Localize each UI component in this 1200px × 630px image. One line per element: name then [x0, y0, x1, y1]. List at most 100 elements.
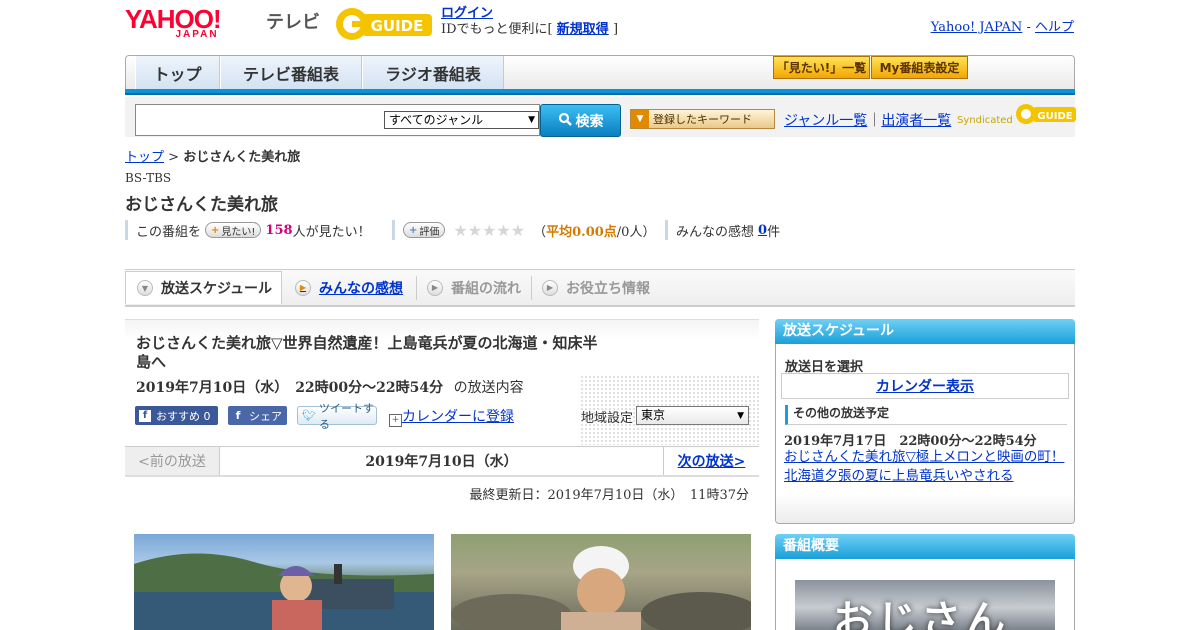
genre-select[interactable]: すべてのジャンル — [384, 111, 539, 129]
program-thumbnail: おじさん — [795, 580, 1055, 630]
calendar-view-cell: カレンダー表示 — [781, 373, 1069, 399]
header-sep: - — [1022, 20, 1035, 35]
tab-broadcast-schedule[interactable]: ▼ 放送スケジュール — [125, 271, 282, 304]
impressions-label: みんなの感想 — [676, 224, 755, 240]
pager-current-date: 2019年7月10日（水） — [220, 447, 663, 475]
other-broadcast-date: 2019年7月17日 22時00分～22時54分 — [784, 434, 1037, 449]
links-sep: ｜ — [867, 113, 882, 129]
keyword-button[interactable]: ▼ 登録したキーワード — [630, 109, 775, 129]
next-broadcast-cell: 次の放送> — [663, 447, 759, 475]
page-title: おじさんくた美れ旅 — [125, 195, 278, 215]
yahoo-logo[interactable]: YAHOO! JAPAN — [125, 6, 222, 40]
want-suffix: 人が見たい！ — [292, 224, 371, 240]
calendar-add-icon: + — [389, 414, 402, 427]
plus-icon: + — [211, 224, 220, 236]
schedule-sidebar-head: 放送スケジュール — [775, 319, 1075, 344]
tab-program-flow-label: 番組の流れ — [451, 280, 521, 297]
search-icon — [558, 112, 572, 130]
tab-broadcast-schedule-label: 放送スケジュール — [161, 281, 273, 297]
other-broadcast-item: おじさんくた美れ旅▽極上メロンと映画の町！北海道夕張の夏に上島竜兵いやされる — [784, 448, 1069, 486]
login-text: IDでもっと便利に[ — [441, 22, 553, 37]
dropdown-arrow-icon: ▼ — [631, 110, 649, 128]
want-button-label: 見たい! — [221, 226, 256, 238]
breadcrumb-current: おじさんくた美れ旅 — [183, 150, 301, 165]
play-icon: ▶ — [542, 279, 558, 296]
rate-button[interactable]: + 評価 — [403, 222, 446, 238]
genre-list-link[interactable]: ジャンル一覧 — [784, 113, 867, 129]
add-calendar[interactable]: + カレンダーに登録 — [389, 406, 514, 427]
nav-accent-bar — [125, 89, 1075, 95]
calendar-view-link[interactable]: カレンダー表示 — [876, 376, 974, 396]
breadcrumb-sep: > — [164, 150, 184, 165]
other-broadcast-link[interactable]: おじさんくた美れ旅▽極上メロンと映画の町！北海道夕張の夏に上島竜兵いやされる — [784, 449, 1064, 484]
impressions-unit: 件 — [767, 224, 781, 240]
prev-broadcast: <前の放送 — [125, 447, 220, 475]
tweet-button[interactable]: 🐦︎ ツイートする — [297, 402, 377, 431]
sidebar-footer — [776, 494, 1074, 523]
thumbnail-title: おじさん — [833, 597, 1009, 630]
summary-sidebar-head: 番組概要 — [775, 534, 1075, 559]
next-broadcast-link[interactable]: 次の放送> — [678, 451, 746, 471]
episode-photo-1 — [134, 534, 434, 630]
tab-useful-info-label: お役立ち情報 — [566, 280, 650, 297]
episode-photo-2 — [451, 534, 751, 630]
want-segment: この番組を + 見たい! 158 人が見たい！ — [125, 220, 371, 240]
facebook-icon: f — [235, 408, 241, 422]
syndicated-text: Syndicated — [957, 114, 1013, 126]
gguide-logo[interactable]: GUIDE — [334, 6, 434, 42]
episode-date: 2019年7月10日（水） 22時00分～22時54分 — [136, 380, 444, 396]
signup-link[interactable]: 新規取得 — [557, 22, 609, 37]
last-updated: 最終更新日：2019年7月10日（水） 11時37分 — [469, 488, 749, 503]
search-button-label: 検索 — [575, 113, 604, 130]
region-label: 地域設定 — [581, 411, 634, 426]
region-select[interactable]: 東京 — [636, 406, 749, 425]
help-link[interactable]: ヘルプ — [1035, 20, 1074, 35]
avg-score: 平均0.00点 — [546, 224, 617, 240]
syndicated-gguide: Syndicated GUIDE — [957, 102, 1077, 126]
play-icon: ▶ — [295, 279, 311, 296]
tab-impressions[interactable]: ▶ みんなの感想 — [295, 271, 415, 304]
login-block: ログイン IDでもっと便利に[ 新規取得 ] — [441, 6, 618, 38]
plus-icon: + — [409, 224, 418, 236]
facebook-share-button[interactable]: f シェア — [228, 406, 287, 425]
search-button[interactable]: 検索 — [540, 104, 621, 137]
cast-list-link[interactable]: 出演者一覧 — [881, 113, 951, 129]
breadcrumb-top-link[interactable]: トップ — [125, 150, 164, 165]
gguide-logo-text: GUIDE — [371, 17, 424, 35]
tab-useful-info: ▶ お役立ち情報 — [542, 271, 662, 304]
episode-date-line: 2019年7月10日（水） 22時00分～22時54分 の放送内容 — [136, 377, 524, 397]
facebook-icon: f — [139, 409, 151, 422]
want-prefix: この番組を — [136, 224, 202, 240]
impressions-segment: みんなの感想 0件 — [665, 220, 780, 240]
other-broadcasts-head: その他の放送予定 — [785, 405, 1067, 425]
tab-program-flow: ▶ 番組の流れ — [427, 271, 532, 304]
my-schedule-button[interactable]: My番組表設定 — [871, 56, 968, 79]
search-links: ジャンル一覧｜出演者一覧 — [784, 110, 951, 130]
nav-tab-radio-schedule[interactable]: ラジオ番組表 — [362, 56, 504, 89]
want-button[interactable]: + 見たい! — [205, 222, 262, 238]
login-link[interactable]: ログイン — [441, 6, 493, 21]
play-icon: ▶ — [427, 279, 443, 296]
yahoo-japan-link[interactable]: Yahoo! JAPAN — [931, 20, 1023, 35]
add-calendar-link[interactable]: カレンダーに登録 — [402, 409, 514, 425]
breadcrumb: トップ > おじさんくた美れ旅 — [125, 146, 300, 165]
chevron-down-icon: ▼ — [137, 280, 153, 296]
want-list-button[interactable]: 「見たい!」一覧 — [773, 56, 870, 79]
want-count: 158 — [265, 222, 293, 238]
tab-divider — [531, 276, 532, 300]
program-stats: この番組を + 見たい! 158 人が見たい！ + 評価 ★★★★★ （平均0.00点… — [125, 220, 825, 240]
episode-title: おじさんくた美れ旅▽世界自然遺産！上島竜兵が夏の北海道・知床半島へ — [136, 334, 598, 371]
facebook-recommend-label: おすすめ 0 — [156, 409, 211, 423]
rate-button-label: 評価 — [419, 226, 440, 238]
header-links: Yahoo! JAPAN - ヘルプ — [931, 16, 1074, 35]
nav-tab-top[interactable]: トップ — [135, 56, 220, 89]
nav-tab-tv-schedule[interactable]: テレビ番組表 — [220, 56, 362, 89]
avg-suffix: /0人） — [616, 224, 656, 240]
tweet-label: ツイートする — [318, 401, 374, 431]
tv-logo[interactable]: テレビ — [266, 8, 320, 34]
keyword-button-label: 登録したキーワード — [653, 113, 752, 126]
impressions-count-link[interactable]: 0 — [758, 223, 767, 238]
avg-open: （ — [533, 224, 547, 240]
facebook-recommend-button[interactable]: f おすすめ 0 — [135, 406, 218, 425]
twitter-bird-icon: 🐦︎ — [302, 409, 316, 422]
